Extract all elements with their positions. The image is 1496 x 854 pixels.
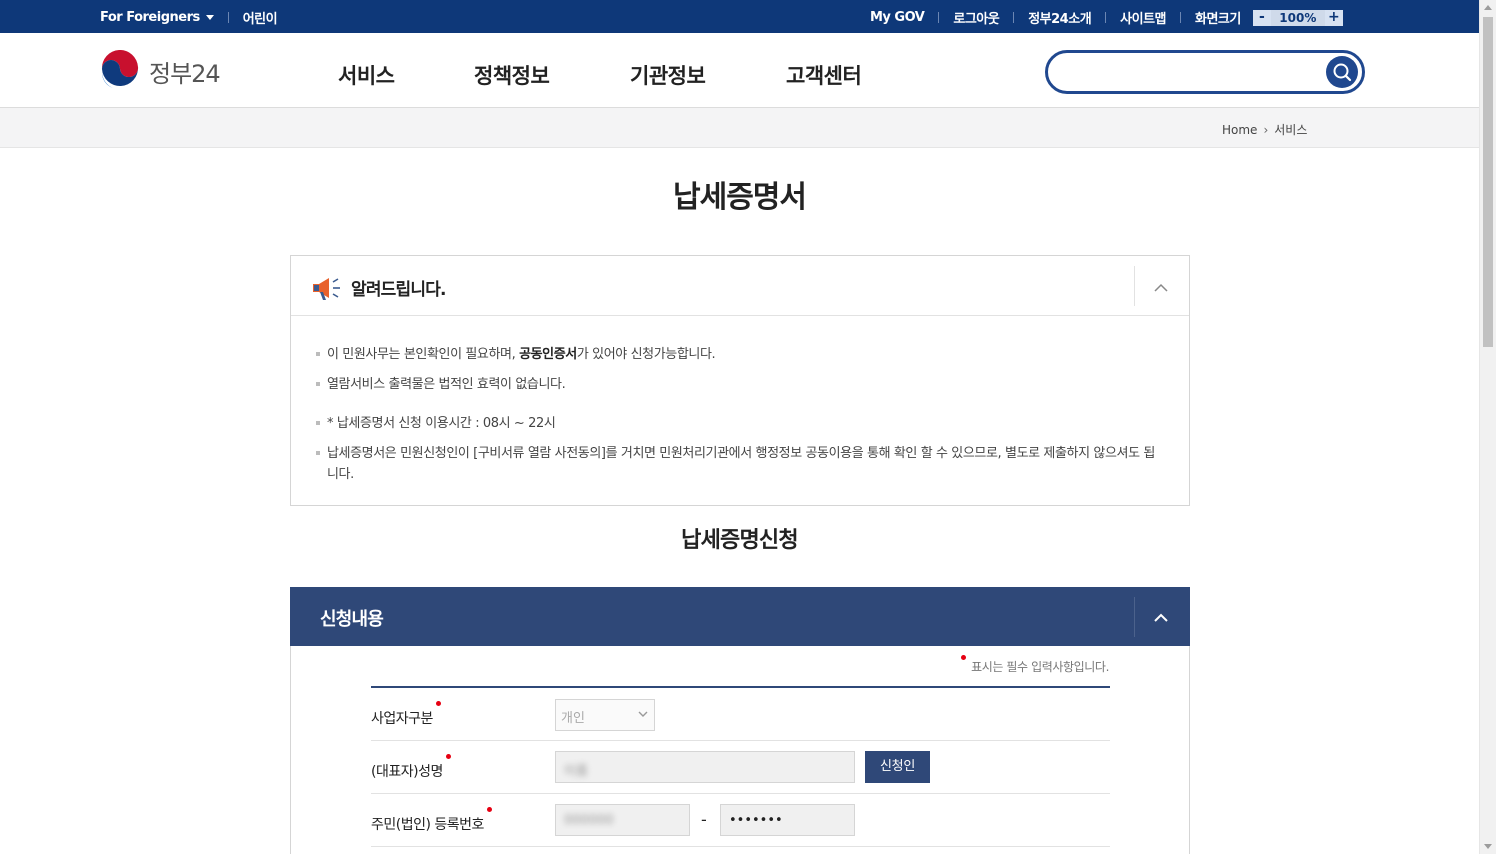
logout-link[interactable]: 로그아웃 [953,8,999,27]
row-registration-number: 주민(법인) 등록번호 000000 - ••••••• [371,794,1110,847]
section-collapse-button[interactable] [1134,597,1190,637]
reg-number-label: 주민(법인) 등록번호 [371,807,492,834]
business-type-label: 사업자구분 [371,701,441,728]
notice-title: 알려드립니다. [351,280,447,300]
utility-bar-left: For Foreigners 어린이 [100,8,278,27]
name-field[interactable]: 이름 [555,751,855,783]
name-label-text: (대표자)성명 [371,764,443,780]
required-dot [486,807,492,812]
search-input[interactable] [1062,61,1312,83]
page-title: 납세증명서 [673,180,807,215]
reg-number-first-value: 000000 [564,813,614,828]
page-content: For Foreigners 어린이 My GOV 로그아웃 정부24소개 사이… [0,0,1479,854]
required-dot [445,754,451,759]
site-header: 정부24 서비스 정책정보 기관정보 고객센터 [0,33,1479,108]
taegeuk-logo-icon [100,50,140,91]
chevron-up-icon [1154,613,1168,622]
zoom-out-button[interactable]: - [1252,9,1271,26]
for-foreigners-label: For Foreigners [100,10,200,25]
search-icon [1333,63,1352,82]
search-button[interactable] [1326,56,1358,88]
search-box [1045,50,1365,94]
chevron-down-icon [638,711,648,717]
required-dot [435,701,441,706]
reg-number-second-value: ••••••• [729,813,783,828]
divider [227,12,229,23]
section-subtitle: 납세증명신청 [681,528,798,553]
row-business-type: 사업자구분 개인 [371,688,1110,741]
browser-page: For Foreigners 어린이 My GOV 로그아웃 정부24소개 사이… [0,0,1496,854]
notice-item: 열람서비스 출력물은 법적인 효력이 없습니다. [315,374,1165,395]
breadcrumb-band: Home › 서비스 [0,108,1479,148]
divider [1180,12,1181,23]
row-name: (대표자)성명 이름 신청인 [371,741,1110,794]
divider [1105,12,1107,23]
notice-item-text: 가 있어야 신청가능합니다. [576,347,716,362]
megaphone-icon [311,274,343,306]
zoom-control: - 100% + [1252,9,1343,26]
nav-policy-info[interactable]: 정책정보 [474,60,550,90]
applicant-button[interactable]: 신청인 [865,751,930,783]
my-gov-link[interactable]: My GOV [870,10,925,25]
divider [938,12,940,23]
notice-item-text: 이 민원사무는 본인확인이 필요하며, [327,347,520,362]
business-type-label-text: 사업자구분 [371,711,433,727]
breadcrumb-home[interactable]: Home [1222,123,1257,137]
notice-collapse-button[interactable] [1134,266,1189,306]
chevron-right-icon: › [1263,122,1269,137]
chevron-down-icon [205,15,214,20]
screen-size-label: 화면크기 [1195,12,1241,27]
notice-header: 알려드립니다. [291,256,1189,316]
reg-number-separator: - [701,810,707,829]
name-value: 이름 [564,764,588,779]
site-logo[interactable]: 정부24 [99,50,221,92]
section-title: 신청내용 [320,609,384,630]
nav-services[interactable]: 서비스 [338,60,395,90]
for-foreigners-menu[interactable]: For Foreigners [100,10,214,25]
nav-agency-info[interactable]: 기관정보 [630,60,706,90]
zoom-level: 100% [1270,9,1325,26]
notice-panel: 알려드립니다. 이 민원사무는 본인확인이 필요하며, 공동인증서가 있어야 신… [290,255,1190,506]
scrollbar-thumb[interactable] [1483,17,1493,347]
utility-bar-right: My GOV 로그아웃 정부24소개 사이트맵 화면크기 - 100% + [870,8,1343,27]
about-link[interactable]: 정부24소개 [1028,8,1091,27]
reg-number-second-field[interactable]: ••••••• [720,804,855,836]
notice-item: 납세증명서은 민원신청인이 [구비서류 열람 사전동의]를 거치면 민원처리기관… [315,443,1165,485]
divider [1013,12,1015,23]
required-note-text: 표시는 필수 입력사항입니다. [971,660,1109,674]
nav-customer-center[interactable]: 고객센터 [786,60,862,90]
zoom-in-button[interactable]: + [1324,9,1343,26]
application-form: 표시는 필수 입력사항입니다. 사업자구분 개인 (대표자)성명 이름 신청인 [290,646,1190,854]
sitemap-link[interactable]: 사이트맵 [1120,8,1166,27]
logo-text: 정부24 [149,59,221,88]
required-note: 표시는 필수 입력사항입니다. [961,655,1109,675]
scroll-down-arrow-icon[interactable] [1484,844,1492,849]
reg-number-label-text: 주민(법인) 등록번호 [371,817,484,833]
business-type-value: 개인 [561,711,585,726]
reg-number-first-field[interactable]: 000000 [555,804,690,836]
required-dot [961,655,967,660]
application-section-header: 신청내용 [290,587,1190,646]
notice-item-emphasis: 공동인증서 [519,347,577,362]
kids-link[interactable]: 어린이 [243,8,278,27]
vertical-scrollbar[interactable] [1479,0,1496,854]
scroll-up-arrow-icon[interactable] [1484,5,1492,10]
notice-item: * 납세증명서 신청 이용시간 : 08시 ~ 22시 [315,413,1165,434]
breadcrumb-current[interactable]: 서비스 [1274,121,1307,138]
notice-item: 이 민원사무는 본인확인이 필요하며, 공동인증서가 있어야 신청가능합니다. [315,344,1165,365]
name-label: (대표자)성명 [371,754,451,781]
utility-bar: For Foreigners 어린이 My GOV 로그아웃 정부24소개 사이… [0,0,1479,33]
chevron-up-icon [1154,283,1168,292]
business-type-select[interactable]: 개인 [555,699,655,731]
breadcrumb: Home › 서비스 [1222,121,1307,138]
